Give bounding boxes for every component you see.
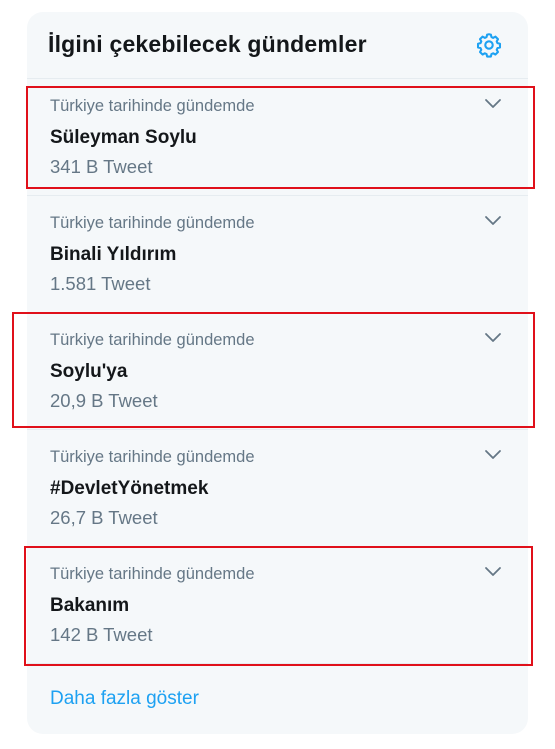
trend-item[interactable]: Türkiye tarihinde gündemde Soylu'ya 20,9… — [27, 313, 528, 430]
gear-icon — [475, 31, 503, 64]
trend-tweet-count: 26,7 B Tweet — [50, 507, 158, 528]
trend-tweet-count: 142 B Tweet — [50, 624, 153, 645]
trends-header: İlgini çekebilecek gündemler — [27, 12, 528, 79]
trends-title: İlgini çekebilecek gündemler — [48, 31, 367, 57]
trend-context: Türkiye tarihinde gündemde — [50, 448, 255, 466]
trend-tweet-count: 341 B Tweet — [50, 156, 153, 177]
trend-item[interactable]: Türkiye tarihinde gündemde #DevletYönetm… — [27, 430, 528, 547]
trend-context: Türkiye tarihinde gündemde — [50, 214, 255, 232]
trend-tweet-count: 1.581 Tweet — [50, 273, 151, 294]
chevron-down-icon[interactable] — [482, 93, 504, 115]
chevron-down-icon[interactable] — [482, 444, 504, 466]
trend-name[interactable]: Süleyman Soylu — [50, 127, 197, 149]
trend-name[interactable]: Bakanım — [50, 595, 129, 617]
settings-button[interactable] — [472, 32, 506, 62]
trend-item[interactable]: Türkiye tarihinde gündemde Binali Yıldır… — [27, 196, 528, 313]
trend-context: Türkiye tarihinde gündemde — [50, 331, 255, 349]
chevron-down-icon[interactable] — [482, 561, 504, 583]
chevron-down-icon[interactable] — [482, 210, 504, 232]
chevron-down-icon[interactable] — [482, 327, 504, 349]
trend-name[interactable]: Binali Yıldırım — [50, 244, 176, 266]
trend-list: Türkiye tarihinde gündemde Süleyman Soyl… — [27, 79, 528, 664]
trend-name[interactable]: Soylu'ya — [50, 361, 127, 383]
trend-name[interactable]: #DevletYönetmek — [50, 478, 208, 500]
trend-context: Türkiye tarihinde gündemde — [50, 97, 255, 115]
trends-panel: İlgini çekebilecek gündemler Türkiye tar… — [27, 12, 528, 734]
trend-item[interactable]: Türkiye tarihinde gündemde Bakanım 142 B… — [27, 547, 528, 664]
trend-item[interactable]: Türkiye tarihinde gündemde Süleyman Soyl… — [27, 79, 528, 196]
trend-tweet-count: 20,9 B Tweet — [50, 390, 158, 411]
show-more-link[interactable]: Daha fazla göster — [50, 688, 199, 710]
trend-context: Türkiye tarihinde gündemde — [50, 565, 255, 583]
